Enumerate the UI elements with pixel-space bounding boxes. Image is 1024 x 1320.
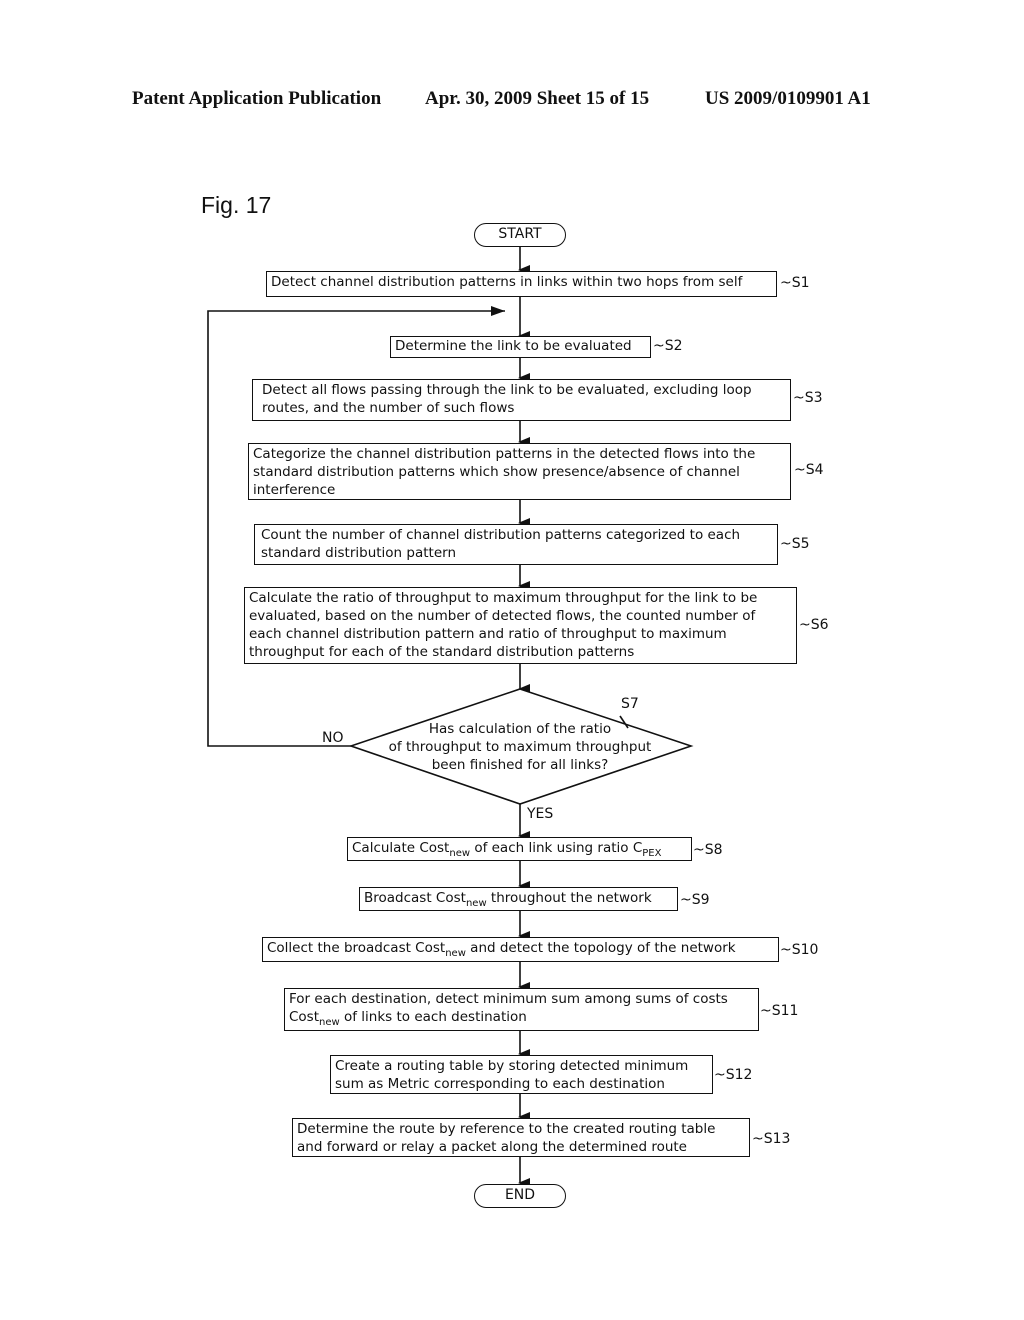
step-s12-box: Create a routing table by storing detect… (330, 1055, 713, 1094)
step-s8-box: Calculate Costnew of each link using rat… (347, 837, 692, 861)
step-s4-box: Categorize the channel distribution patt… (248, 443, 791, 500)
step-s2-id: S2 (664, 338, 683, 354)
step-s9-box: Broadcast Costnew throughout the network (359, 887, 678, 911)
step-s2-box: Determine the link to be evaluated (390, 336, 651, 358)
step-s13-label: ~S13 (752, 1131, 791, 1147)
decision-s7-text: Has calculation of the ratio of throughp… (370, 720, 670, 774)
step-s8-id: S8 (704, 842, 723, 858)
step-s1-box: Detect channel distribution patterns in … (266, 271, 777, 297)
step-s11-line: Costnew of links to each destination (289, 1008, 754, 1028)
end-terminal: END (474, 1184, 566, 1208)
step-s13-id: S13 (763, 1131, 791, 1147)
step-s1-label: ~S1 (780, 275, 810, 291)
step-s3-box: Detect all flows passing through the lin… (252, 379, 791, 421)
step-s6-box: Calculate the ratio of throughput to max… (244, 587, 797, 664)
step-s5-id: S5 (791, 536, 810, 552)
step-s6-label: ~S6 (799, 617, 829, 633)
step-s9-text: Broadcast Cost (364, 890, 466, 906)
step-s3-id: S3 (804, 390, 823, 406)
step-s12-label: ~S12 (714, 1067, 753, 1083)
step-s6-id: S6 (810, 617, 829, 633)
step-s3-line: routes, and the number of such flows (262, 400, 515, 416)
step-s5-label: ~S5 (780, 536, 810, 552)
step-s11-text: of links to each destination (339, 1009, 527, 1025)
step-s12-line: sum as Metric corresponding to each dest… (335, 1076, 665, 1092)
step-s9-sub-new: new (465, 898, 487, 909)
step-s12-line: Create a routing table by storing detect… (335, 1058, 689, 1074)
step-s11-line: For each destination, detect minimum sum… (289, 991, 728, 1007)
step-s6-line: evaluated, based on the number of detect… (249, 608, 756, 624)
step-s8-sub-new: new (449, 848, 471, 859)
step-s10-text: and detect the topology of the network (465, 940, 736, 956)
step-s7-label: S7 (621, 696, 639, 712)
step-s6-line: throughput for each of the standard dist… (249, 644, 635, 660)
step-s8-label: ~S8 (693, 842, 723, 858)
step-s13-line: and forward or relay a packet along the … (297, 1139, 687, 1155)
step-s10-text: Collect the broadcast Cost (267, 940, 446, 956)
step-s4-id: S4 (805, 462, 824, 478)
step-s9-text: throughout the network (486, 890, 652, 906)
step-s12-id: S12 (725, 1067, 753, 1083)
decision-s7-line: Has calculation of the ratio (428, 721, 612, 737)
step-s11-box: For each destination, detect minimum sum… (284, 988, 759, 1031)
step-s11-id: S11 (771, 1003, 799, 1019)
decision-s7-line: been finished for all links? (431, 757, 609, 773)
step-s3-label: ~S3 (793, 390, 823, 406)
step-s1-id: S1 (791, 275, 810, 291)
step-s8-sub-pex: PEX (642, 848, 662, 859)
decision-s7-line: of throughput to maximum throughput (388, 739, 652, 755)
step-s9-label: ~S9 (680, 892, 710, 908)
step-s11-sub-new: new (319, 1017, 340, 1028)
step-s9-id: S9 (691, 892, 710, 908)
step-s2-label: ~S2 (653, 338, 683, 354)
decision-yes-label: YES (527, 806, 554, 822)
step-s6-line: Calculate the ratio of throughput to max… (249, 590, 758, 606)
step-s3-line: Detect all flows passing through the lin… (262, 382, 752, 398)
step-s5-line: Count the number of channel distribution… (261, 527, 741, 543)
step-s4-label: ~S4 (794, 462, 824, 478)
step-s10-sub-new: new (445, 948, 466, 959)
step-s11-text: Cost (289, 1009, 320, 1025)
start-terminal: START (474, 223, 566, 247)
step-s5-box: Count the number of channel distribution… (254, 524, 778, 565)
decision-no-label: NO (322, 730, 344, 746)
step-s13-box: Determine the route by reference to the … (292, 1118, 750, 1157)
step-s8-text: of each link using ratio C (470, 840, 643, 856)
step-s13-line: Determine the route by reference to the … (297, 1121, 716, 1137)
step-s10-id: S10 (791, 942, 819, 958)
step-s5-line: standard distribution pattern (261, 545, 456, 561)
step-s4-line: Categorize the channel distribution patt… (253, 446, 756, 462)
step-s8-text: Calculate Cost (352, 840, 450, 856)
step-s4-line: interference (253, 482, 336, 498)
step-s10-label: ~S10 (780, 942, 819, 958)
step-s10-box: Collect the broadcast Costnew and detect… (262, 937, 779, 962)
step-s11-label: ~S11 (760, 1003, 799, 1019)
step-s4-line: standard distribution patterns which sho… (253, 464, 740, 480)
step-s6-line: each channel distribution pattern and ra… (249, 626, 727, 642)
